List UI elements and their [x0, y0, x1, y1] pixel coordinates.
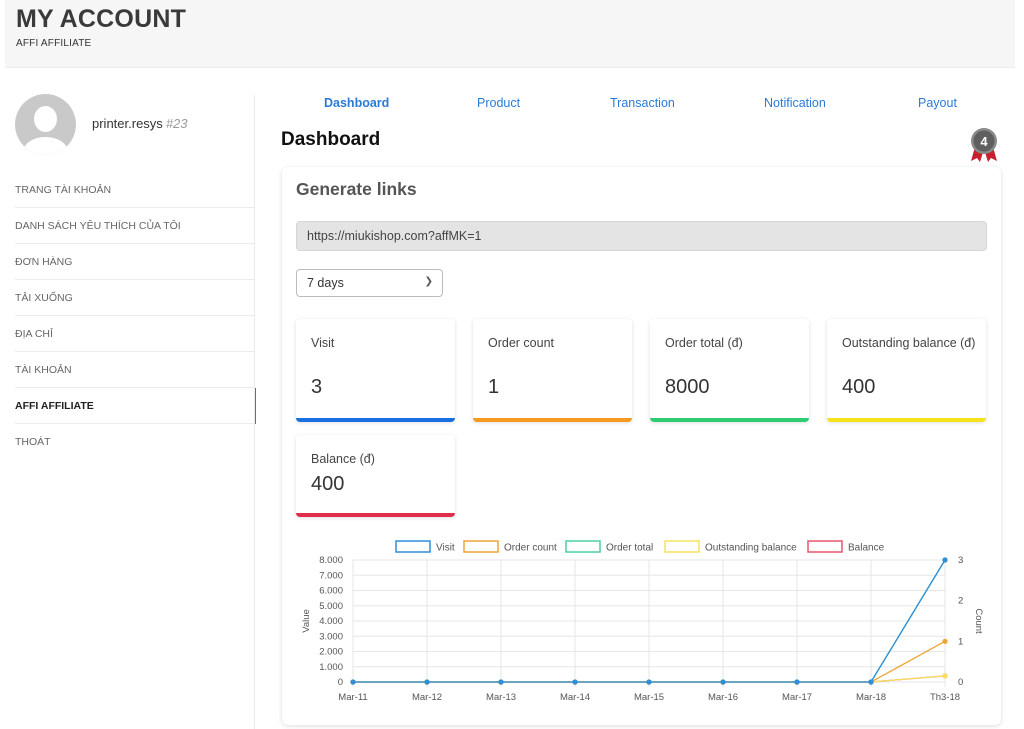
tab-transaction[interactable]: Transaction: [610, 96, 675, 110]
data-point: [942, 673, 948, 679]
tab-payout[interactable]: Payout: [918, 96, 957, 110]
y-axis-label: Value: [301, 609, 312, 633]
x-tick-label: Mar-12: [412, 692, 442, 703]
generate-links-panel: Generate links https://miukishop.com?aff…: [282, 167, 1001, 725]
x-tick-label: Mar-15: [634, 692, 664, 703]
y-tick-label: 8.000: [319, 555, 343, 566]
legend-label: Outstanding balance: [705, 543, 797, 554]
data-point: [720, 679, 726, 685]
y-tick-label: 3.000: [319, 631, 343, 642]
y-tick-label: 4.000: [319, 616, 343, 627]
legend-label: Order total: [606, 543, 653, 554]
sidebar-item[interactable]: TẢI XUỐNG: [15, 280, 255, 316]
breadcrumb: AFFI AFFILIATE: [16, 38, 92, 49]
x-tick-label: Mar-14: [560, 692, 590, 703]
sidebar-item[interactable]: THOÁT: [15, 424, 255, 460]
data-point: [794, 679, 800, 685]
data-point: [498, 679, 504, 685]
tab-notification[interactable]: Notification: [764, 96, 826, 110]
y2-tick-label: 1: [958, 636, 963, 647]
y2-tick-label: 2: [958, 596, 963, 607]
x-tick-label: Th3-18: [930, 692, 960, 703]
page-title: MY ACCOUNT: [16, 5, 187, 33]
x-tick-label: Mar-16: [708, 692, 738, 703]
legend-swatch: [565, 540, 601, 553]
tab-product[interactable]: Product: [477, 96, 520, 110]
y-tick-label: 0: [338, 677, 343, 688]
username-text: printer.resys: [92, 116, 163, 131]
y-tick-label: 7.000: [319, 570, 343, 581]
legend-label: Balance: [848, 543, 885, 554]
sidebar-divider: [254, 95, 255, 729]
dashboard-title: Dashboard: [281, 129, 381, 150]
y-tick-label: 1.000: [319, 662, 343, 673]
legend-swatch: [463, 540, 499, 553]
data-point: [942, 557, 948, 563]
page-header: MY ACCOUNT AFFI AFFILIATE: [5, 0, 1015, 68]
legend-label: Order count: [504, 543, 557, 554]
legend-swatch: [395, 540, 431, 553]
sidebar-item[interactable]: TRANG TÀI KHOẢN: [15, 172, 255, 208]
data-point: [942, 638, 948, 644]
legend-swatch: [807, 540, 843, 553]
y2-axis-label: Count: [973, 608, 984, 634]
stats-line-chart: 0 1.000 2.000 3.000 4.000 5.000 6.000 7.000 8.00…: [301, 540, 984, 703]
sidebar: printer.resys #23 TRANG TÀI KHOẢN DANH SÁC…: [15, 90, 256, 460]
y-tick-label: 2.000: [319, 647, 343, 658]
sidebar-item[interactable]: AFFI AFFILIATE: [15, 388, 256, 424]
y-tick-label: 5.000: [319, 601, 343, 612]
x-tick-label: Mar-13: [486, 692, 516, 703]
affiliate-tabs: Dashboard Product Transaction Notificati…: [281, 96, 1001, 116]
data-point: [572, 679, 578, 685]
level-badge-number: 4: [980, 134, 988, 149]
data-point: [868, 679, 874, 685]
data-point: [424, 679, 430, 685]
legend-label: Visit: [436, 543, 455, 554]
data-point: [646, 679, 652, 685]
sidebar-item[interactable]: ĐƠN HÀNG: [15, 244, 255, 280]
sidebar-item[interactable]: TÀI KHOẢN: [15, 352, 255, 388]
user-card: printer.resys #23: [15, 90, 255, 162]
username: printer.resys #23: [92, 116, 188, 131]
y2-tick-label: 0: [958, 677, 963, 688]
legend-swatch: [664, 540, 700, 553]
account-menu: TRANG TÀI KHOẢN DANH SÁCH YÊU THÍCH CỦA T…: [15, 172, 256, 460]
x-tick-label: Mar-11: [338, 692, 367, 703]
sidebar-item[interactable]: ĐỊA CHỈ: [15, 316, 255, 352]
level-badge-icon: 4: [971, 128, 997, 162]
x-tick-label: Mar-17: [782, 692, 812, 703]
y2-tick-label: 3: [958, 555, 963, 566]
tab-dashboard[interactable]: Dashboard: [324, 96, 389, 110]
user-id: #23: [165, 116, 188, 131]
x-tick-label: Mar-18: [856, 692, 886, 703]
sidebar-item[interactable]: DANH SÁCH YÊU THÍCH CỦA TÔI: [15, 208, 255, 244]
y-tick-label: 6.000: [319, 586, 343, 597]
avatar: [15, 94, 76, 155]
data-point: [350, 679, 356, 685]
